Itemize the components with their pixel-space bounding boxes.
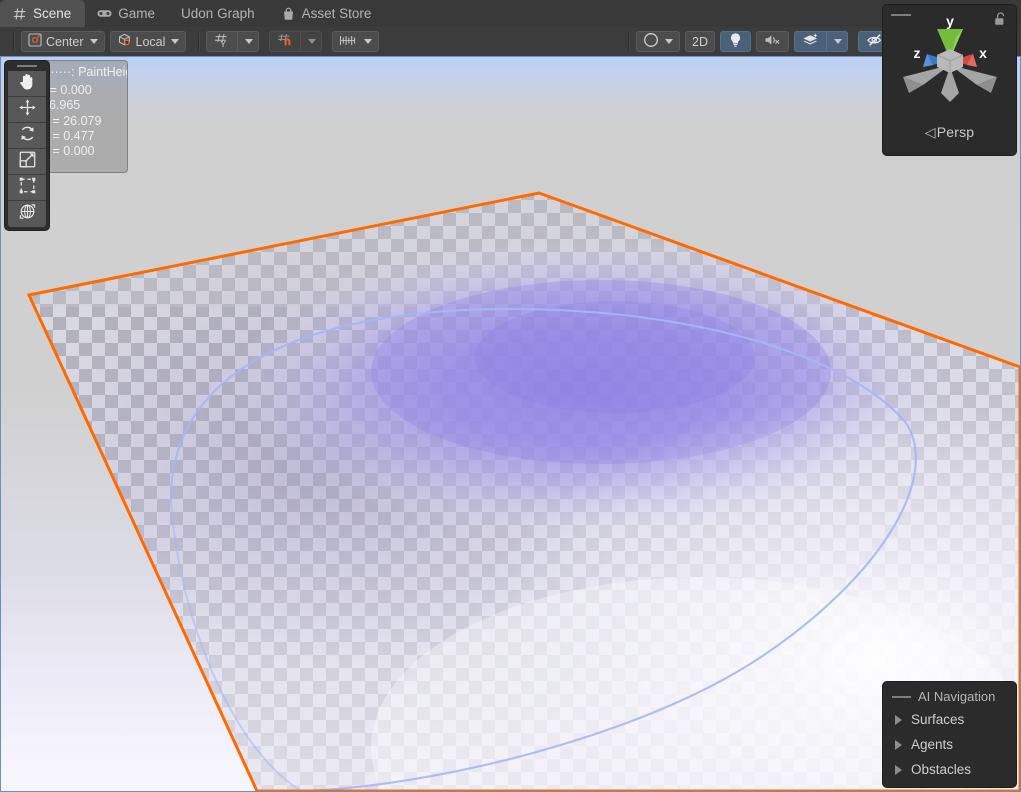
tab-asset-store[interactable]: Asset Store <box>269 0 386 27</box>
grid-snap-dropdown[interactable] <box>300 31 323 52</box>
shaded-sphere-icon <box>643 32 659 51</box>
hand-tool[interactable] <box>8 71 46 97</box>
handle-space-label: Local <box>135 34 166 49</box>
chevron-right-icon <box>895 714 902 725</box>
effects-toggle[interactable] <box>794 31 826 52</box>
audio-mute-icon <box>764 33 781 50</box>
brush-info-header: B·····: PaintHeight <box>42 65 127 79</box>
tab-scene[interactable]: Scene <box>0 0 86 27</box>
shading-mode-button[interactable] <box>636 31 681 52</box>
ai-nav-item-label: Obstacles <box>911 762 972 777</box>
svg-text:Y: Y <box>221 39 227 48</box>
axis-label-z: z <box>914 45 921 61</box>
grid-axis-group: Y <box>206 31 264 52</box>
fx-layers-icon <box>802 32 819 51</box>
terrain-object <box>26 191 1020 791</box>
tab-label: Udon Graph <box>181 6 255 21</box>
axis-label-x: x <box>979 45 987 61</box>
chevron-down-icon <box>171 39 180 44</box>
hand-icon <box>18 72 37 96</box>
brush-info-line: 96.965 <box>42 98 81 113</box>
scene-viewport[interactable] <box>0 56 1021 792</box>
ai-navigation-header: AI Navigation <box>883 689 1016 707</box>
pivot-mode-button[interactable]: Center <box>21 31 105 52</box>
lightbulb-icon <box>728 32 743 51</box>
chevron-down-icon <box>665 39 674 44</box>
rect-transform-icon <box>18 176 37 200</box>
audio-toggle[interactable] <box>756 31 789 52</box>
move-arrows-icon <box>18 98 37 122</box>
handle-local-icon <box>117 33 132 50</box>
axis-gizmo[interactable]: y x z <box>883 7 1018 119</box>
effects-group <box>794 31 853 52</box>
grid-axis-dropdown[interactable] <box>237 31 260 52</box>
ai-nav-item-surfaces[interactable]: Surfaces <box>883 707 1016 732</box>
grid-axis-button[interactable]: Y <box>206 31 238 52</box>
projection-mode[interactable]: ◁Persp <box>883 124 1016 141</box>
lighting-toggle[interactable] <box>720 31 751 52</box>
snap-increment-button[interactable] <box>332 31 380 52</box>
brush-info-line: h = 0.477 <box>42 128 95 143</box>
axis-label-y: y <box>946 13 954 29</box>
tab-game[interactable]: Game <box>85 0 169 27</box>
scale-icon <box>18 150 37 174</box>
grid-icon <box>12 6 27 21</box>
scene-view-toolbar: Center Local Y 2D <box>0 27 1021 56</box>
ai-navigation-title: AI Navigation <box>918 689 996 704</box>
chevron-down-icon <box>245 39 254 44</box>
toolbar-divider <box>628 33 630 50</box>
tab-label: Game <box>118 6 156 21</box>
ai-nav-item-obstacles[interactable]: Obstacles <box>883 757 1016 782</box>
overlay-drag-handle[interactable] <box>892 695 911 698</box>
tab-label: Asset Store <box>301 6 372 21</box>
brush-info-line: r = 0.000 <box>42 83 92 98</box>
transform-tool[interactable] <box>8 201 46 227</box>
projection-label: Persp <box>936 124 975 140</box>
view-2d-label: 2D <box>692 34 708 49</box>
pivot-center-icon <box>28 33 42 50</box>
tab-udon-graph[interactable]: Udon Graph <box>169 0 269 27</box>
unity-editor-scene-window: Scene Game Udon Graph Asset Store Center… <box>0 0 1021 792</box>
chevron-down-icon <box>364 39 373 44</box>
window-tab-bar: Scene Game Udon Graph Asset Store <box>0 0 1021 27</box>
rotate-icon <box>18 124 37 148</box>
shopping-bag-icon <box>281 6 296 21</box>
projection-prefix-icon: ◁ <box>924 124 936 140</box>
ai-nav-item-label: Agents <box>911 737 954 752</box>
move-tool[interactable] <box>8 97 46 123</box>
effects-dropdown[interactable] <box>826 31 848 52</box>
chevron-down-icon <box>308 39 317 44</box>
chevron-right-icon <box>895 739 902 750</box>
brush-info-line: n = 26.079 <box>42 113 102 128</box>
terrain-surface <box>29 193 1020 791</box>
scale-tool[interactable] <box>8 149 46 175</box>
toolbar-divider <box>13 33 14 50</box>
tools-overlay <box>4 60 50 231</box>
transform-globe-icon <box>18 202 37 226</box>
grid-snap-button[interactable] <box>269 31 301 52</box>
chevron-down-icon <box>834 39 842 44</box>
chevron-right-icon <box>895 764 902 775</box>
brush-info-line: g = 0.000 <box>42 144 95 159</box>
grid-snap-group <box>269 31 327 52</box>
snap-increment-icon <box>339 34 358 50</box>
chevron-down-icon <box>89 39 98 44</box>
ai-navigation-overlay: AI Navigation Surfaces Agents Obstacles <box>882 681 1017 788</box>
ai-nav-item-label: Surfaces <box>911 712 965 727</box>
toolbar-divider <box>198 33 200 50</box>
ai-nav-item-agents[interactable]: Agents <box>883 732 1016 757</box>
grid-axis-y-icon: Y <box>214 33 230 51</box>
tab-label: Scene <box>33 6 72 21</box>
gamepad-icon <box>97 6 112 21</box>
grid-snap-magnet-icon <box>277 33 293 51</box>
view-2d-toggle[interactable]: 2D <box>685 31 715 52</box>
overlay-drag-handle[interactable] <box>17 65 37 67</box>
rotate-tool[interactable] <box>8 123 46 149</box>
handle-space-button[interactable]: Local <box>109 31 187 52</box>
pivot-mode-label: Center <box>46 34 84 49</box>
rect-tool[interactable] <box>8 175 46 201</box>
scene-view-gizmo-overlay[interactable]: y x z ◁Persp <box>882 4 1017 156</box>
